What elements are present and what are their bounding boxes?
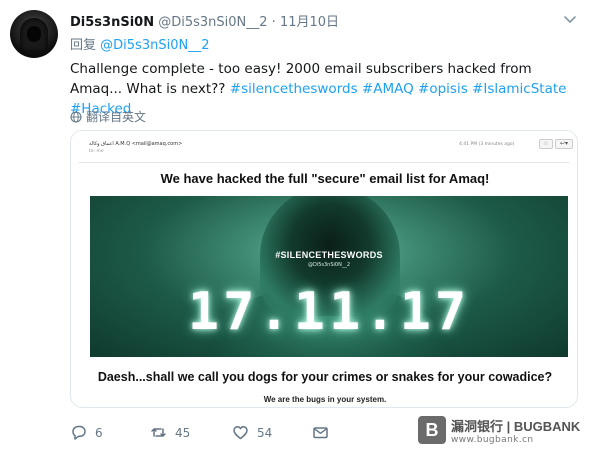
retweet-icon [151, 428, 166, 437]
translate-label: 翻译自英文 [86, 110, 147, 124]
watermark-url: www.bugbank.cn [451, 434, 534, 445]
email-question: Daesh...shall we call you dogs for your … [97, 370, 553, 384]
poster-date: 17.11.17 [187, 282, 471, 342]
reply-context: 回复 @Di5s3nSi0N__2 [70, 34, 209, 53]
retweet-button[interactable]: 45 [150, 424, 190, 441]
author-name[interactable]: Di5s3nSi0N [70, 15, 154, 30]
tweet-actions: 6 45 54 [70, 424, 370, 444]
email-headline: We have hacked the full "secure" email l… [160, 171, 490, 186]
like-button[interactable]: 54 [232, 424, 272, 441]
reply-arrow-icon: ↩▾ [555, 139, 573, 149]
chevron-down-icon[interactable] [563, 14, 577, 26]
direct-message-button[interactable] [312, 424, 329, 441]
hashtag-link[interactable]: #opisis [418, 81, 468, 97]
email-sender: اعماق وكالة A.M.Q <mail@amaq.com> [89, 141, 183, 147]
reply-to-link[interactable]: @Di5s3nSi0N__2 [100, 38, 209, 53]
hooded-figure-poster: #SILENCETHESWORDS @Di5s3nSi0N__2 17.11.1… [90, 196, 568, 357]
avatar-face-shadow [27, 26, 41, 42]
author-handle[interactable]: @Di5s3nSi0N__2 [158, 15, 267, 30]
retweet-count: 45 [175, 425, 191, 440]
reply-prefix: 回复 [70, 38, 97, 53]
heart-icon [233, 426, 248, 440]
poster-hashtag: #SILENCETHESWORDS [275, 250, 383, 260]
watermark-text: 漏洞银行 | BUGBANK www.bugbank.cn [451, 416, 580, 445]
poster-handle: @Di5s3nSi0N__2 [307, 262, 351, 268]
hashtag-link[interactable]: #AMAQ [362, 81, 414, 97]
translate-link[interactable]: 翻译自英文 [70, 108, 146, 125]
header-separator: · [271, 15, 276, 30]
email-header-bar: اعماق وكالة A.M.Q <mail@amaq.com> to: me… [79, 135, 573, 163]
tweet-header: Di5s3nSi0N @Di5s3nSi0N__2 · 11月10日 [70, 11, 339, 30]
like-count: 54 [257, 425, 273, 440]
watermark-brand: 漏洞银行 | BUGBANK [451, 418, 581, 434]
globe-icon [70, 110, 82, 123]
star-icon: ☆ [539, 139, 553, 149]
hashtag-link[interactable]: #IslamicState [472, 81, 566, 97]
email-recipient: to: me [89, 149, 104, 154]
tweet-date[interactable]: 11月10日 [280, 15, 339, 30]
reply-count: 6 [95, 425, 103, 440]
envelope-icon [313, 427, 328, 439]
bugbank-logo: B [418, 416, 446, 444]
avatar[interactable] [10, 10, 58, 58]
hashtag-link[interactable]: #silencetheswords [230, 81, 358, 97]
reply-icon [72, 425, 86, 440]
email-time: 4:41 PM (3 minutes ago) [459, 142, 515, 147]
reply-button[interactable]: 6 [70, 424, 103, 441]
email-signoff: We are the bugs in your system. [263, 395, 387, 404]
watermark: B 漏洞银行 | BUGBANK www.bugbank.cn [418, 413, 588, 447]
attached-image[interactable]: اعماق وكالة A.M.Q <mail@amaq.com> to: me… [70, 130, 578, 408]
